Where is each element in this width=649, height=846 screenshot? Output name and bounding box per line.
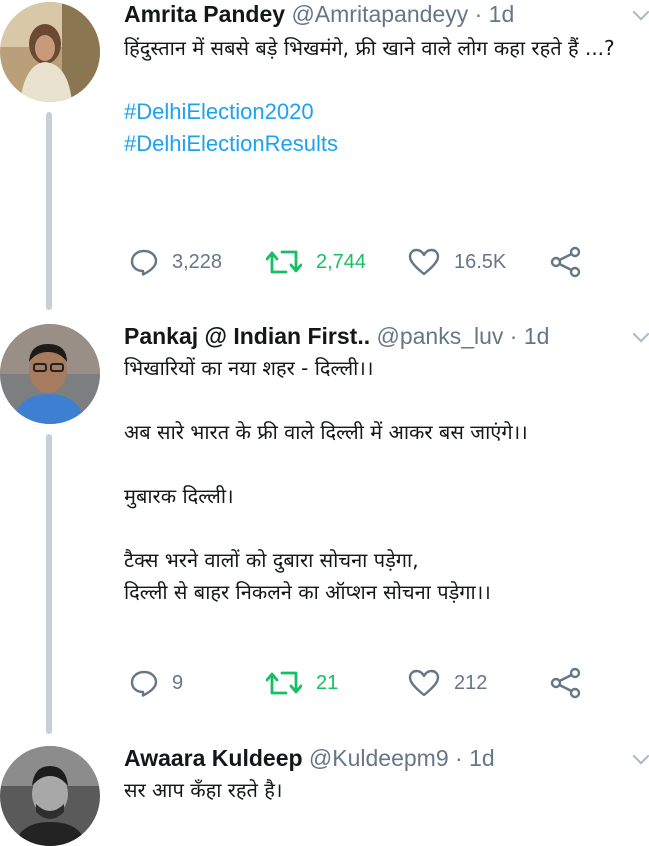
- share-button[interactable]: [550, 242, 582, 282]
- like-button[interactable]: 212: [408, 663, 487, 703]
- reply-button[interactable]: 3,228: [130, 242, 222, 282]
- retweet-count: 2,744: [316, 250, 367, 273]
- chevron-down-icon[interactable]: [632, 747, 649, 765]
- reply-icon: [130, 249, 158, 276]
- timestamp[interactable]: · 1d: [510, 323, 550, 349]
- handle[interactable]: @panks_luv: [376, 323, 503, 349]
- chevron-down-icon[interactable]: [632, 325, 649, 343]
- tweet-3[interactable]: Awaara Kuldeep @Kuldeepm9 · 1d सर आप कँह…: [0, 744, 649, 846]
- display-name[interactable]: Pankaj @ Indian First..: [124, 323, 370, 349]
- tweet-header: Pankaj @ Indian First.. @panks_luv · 1d: [124, 322, 549, 350]
- tweet-line: भिखारियों का नया शहर - दिल्ली।।: [124, 356, 374, 380]
- avatar[interactable]: [0, 2, 100, 102]
- display-name[interactable]: Amrita Pandey: [124, 1, 285, 27]
- tweet-header: Amrita Pandey @Amritapandeyy · 1d: [124, 0, 514, 28]
- display-name[interactable]: Awaara Kuldeep: [124, 745, 303, 771]
- tweet-1[interactable]: Amrita Pandey @Amritapandeyy · 1d हिंदुस…: [0, 0, 649, 310]
- like-button[interactable]: 16.5K: [408, 242, 506, 282]
- tweet-actions: 9 21 212: [124, 663, 644, 703]
- tweet-actions: 3,228 2,744 16.5K: [124, 242, 644, 282]
- tweet-line: अब सारे भारत के फ्री वाले दिल्ली में आकर…: [124, 420, 528, 444]
- retweet-icon: [266, 671, 302, 695]
- tweet-text: सर आप कँहा रहते है।: [124, 774, 643, 806]
- retweet-count: 21: [316, 671, 339, 694]
- share-icon: [550, 667, 581, 699]
- thread-line: [46, 112, 52, 310]
- handle[interactable]: @Amritapandeyy: [291, 1, 468, 27]
- tweet-line: सर आप कँहा रहते है।: [124, 778, 283, 802]
- heart-icon: [408, 248, 440, 276]
- avatar[interactable]: [0, 324, 100, 424]
- hashtag-link[interactable]: #DelhiElection2020: [124, 96, 643, 128]
- hashtag-link[interactable]: #DelhiElectionResults: [124, 128, 643, 160]
- reply-count: 9: [172, 671, 184, 694]
- timestamp[interactable]: · 1d: [475, 1, 515, 27]
- like-count: 16.5K: [454, 250, 507, 273]
- tweet-line: दिल्ली से बाहर निकलने का ऑप्शन सोचना पड़…: [124, 580, 491, 604]
- share-button[interactable]: [550, 663, 582, 703]
- timestamp[interactable]: · 1d: [455, 745, 495, 771]
- tweet-line: मुबारक दिल्ली।: [124, 484, 234, 508]
- retweet-button[interactable]: 2,744: [266, 242, 366, 282]
- tweet-line: हिंदुस्तान में सबसे बड़े भिखमंगे, फ्री ख…: [124, 36, 615, 60]
- reply-button[interactable]: 9: [130, 663, 183, 703]
- heart-icon: [408, 669, 440, 697]
- tweet-header: Awaara Kuldeep @Kuldeepm9 · 1d: [124, 744, 495, 772]
- like-count: 212: [454, 671, 488, 694]
- share-icon: [550, 246, 581, 278]
- tweet-text: भिखारियों का नया शहर - दिल्ली।। अब सारे …: [124, 352, 643, 608]
- retweet-button[interactable]: 21: [266, 663, 338, 703]
- tweet-text: हिंदुस्तान में सबसे बड़े भिखमंगे, फ्री ख…: [124, 32, 643, 160]
- chevron-down-icon[interactable]: [632, 3, 649, 21]
- reply-icon: [130, 670, 158, 697]
- thread-line: [46, 434, 52, 734]
- avatar[interactable]: [0, 746, 100, 846]
- retweet-icon: [266, 250, 302, 274]
- reply-count: 3,228: [172, 250, 223, 273]
- tweet-2[interactable]: Pankaj @ Indian First.. @panks_luv · 1d …: [0, 322, 649, 734]
- tweet-line: टैक्स भरने वालों को दुबारा सोचना पड़ेगा,: [124, 548, 419, 572]
- handle[interactable]: @Kuldeepm9: [309, 745, 449, 771]
